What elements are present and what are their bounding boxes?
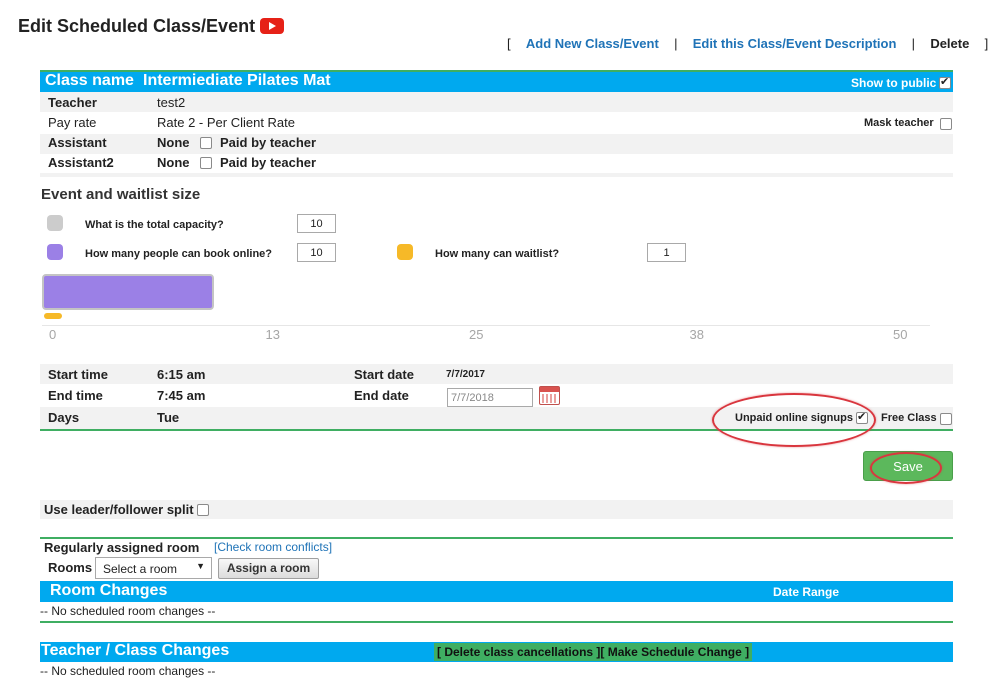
leader-follower-label: Use leader/follower split [44, 502, 194, 517]
event-waitlist-title: Event and waitlist size [41, 186, 201, 203]
start-date-label: Start date [354, 367, 414, 382]
assistant2-paid-label: Paid by teacher [220, 155, 317, 170]
book-online-label: How many people can book online? [85, 248, 273, 260]
axis-tick-label: 25 [469, 327, 484, 342]
class-name-bar: Class name Intermiediate Pilates Mat Sho… [40, 70, 953, 92]
book-online-input[interactable] [297, 243, 336, 262]
mask-teacher-checkbox[interactable] [940, 118, 952, 130]
days-value: Tue [157, 410, 180, 425]
axis-tick-label: 13 [265, 327, 280, 342]
end-time-label: End time [48, 388, 103, 403]
schedule-change-actions-text[interactable]: [ Delete class cancellations ][ Make Sch… [437, 645, 749, 659]
date-range-label: Date Range [773, 585, 840, 599]
assistant-paid-checkbox[interactable] [200, 137, 212, 149]
room-changes-title: Room Changes [50, 582, 168, 599]
check-room-conflicts-link[interactable]: [Check room conflicts] [214, 540, 332, 554]
days-label: Days [48, 410, 80, 425]
online-capacity-bar[interactable] [42, 274, 214, 310]
capacity-chart [42, 272, 930, 347]
room-changes-divider [40, 621, 953, 623]
class-info-bottom [40, 173, 953, 177]
start-time-value: 6:15 am [157, 367, 206, 382]
assistant2-paid-checkbox[interactable] [200, 157, 212, 169]
teacher-label: Teacher [48, 95, 97, 110]
end-date-input[interactable] [447, 388, 533, 407]
calendar-icon[interactable] [539, 386, 560, 405]
axis-tick-label: 50 [893, 327, 908, 342]
start-date-value: 7/7/2017 [446, 369, 485, 380]
pay-rate-label: Pay rate [48, 115, 97, 130]
waitlist-label: How many can waitlist? [435, 248, 560, 260]
room-select-value: Select a room [103, 562, 178, 576]
assign-room-button[interactable]: Assign a room [218, 558, 319, 579]
separator: | [674, 36, 678, 51]
book-online-swatch [47, 244, 63, 260]
assistant-value: None [157, 135, 190, 150]
pay-rate-value: Rate 2 - Per Client Rate [157, 115, 296, 130]
mask-teacher-label: Mask teacher [864, 117, 934, 129]
rooms-divider [40, 537, 953, 539]
assistant-label: Assistant [48, 135, 107, 150]
teacher-changes-title: Teacher / Class Changes [41, 642, 230, 659]
class-name-value: Intermiediate Pilates Mat [143, 72, 331, 89]
total-capacity-input[interactable] [297, 214, 336, 233]
capacity-axis-line [42, 325, 930, 326]
leader-follower-checkbox[interactable] [197, 504, 209, 516]
free-class-checkbox[interactable] [940, 413, 952, 425]
start-time-label: Start time [48, 367, 108, 382]
teacher-changes-header: Teacher / Class Changes [ Delete class c… [40, 642, 953, 662]
delete-link[interactable]: Delete [930, 36, 969, 51]
axis-tick-label: 0 [49, 327, 57, 342]
waitlist-swatch [397, 244, 413, 260]
schedule-change-actions[interactable]: [ Delete class cancellations ][ Make Sch… [434, 643, 753, 661]
assigned-room-label: Regularly assigned room [44, 540, 200, 555]
show-to-public-checkbox[interactable] [939, 75, 951, 89]
waitlist-input[interactable] [647, 243, 686, 262]
show-to-public-label: Show to public [851, 76, 937, 90]
rooms-label: Rooms [48, 560, 93, 575]
teacher-value: test2 [157, 95, 186, 110]
room-changes-empty: -- No scheduled room changes -- [40, 604, 216, 618]
assistant2-value: None [157, 155, 190, 170]
total-capacity-swatch [47, 215, 63, 231]
header-links: [ Add New Class/Event | Edit this Class/… [507, 36, 988, 51]
highlight-annotation [870, 452, 942, 484]
assistant2-label: Assistant2 [48, 155, 114, 170]
axis-tick-label: 38 [689, 327, 704, 342]
free-class-label: Free Class [881, 412, 937, 424]
room-select[interactable]: Select a room ▼ [95, 557, 212, 579]
chevron-down-icon: ▼ [196, 561, 205, 571]
bracket-open: [ [507, 36, 511, 51]
add-new-class-link[interactable]: Add New Class/Event [526, 36, 659, 51]
highlight-annotation [712, 393, 876, 447]
end-time-value: 7:45 am [157, 388, 206, 403]
end-date-label: End date [354, 388, 409, 403]
separator: | [911, 36, 916, 51]
waitlist-capacity-bar[interactable] [44, 313, 62, 319]
bracket-close: ] [984, 36, 989, 51]
teacher-changes-empty: -- No scheduled room changes -- [40, 664, 216, 678]
class-name-label: Class name [45, 72, 134, 89]
edit-description-link[interactable]: Edit this Class/Event Description [693, 36, 897, 51]
page-title: Edit Scheduled Class/Event [18, 16, 256, 36]
youtube-icon[interactable] [260, 18, 284, 34]
total-capacity-label: What is the total capacity? [85, 219, 224, 231]
room-changes-header: Room Changes Date Range [40, 581, 953, 602]
assistant-paid-label: Paid by teacher [220, 135, 317, 150]
